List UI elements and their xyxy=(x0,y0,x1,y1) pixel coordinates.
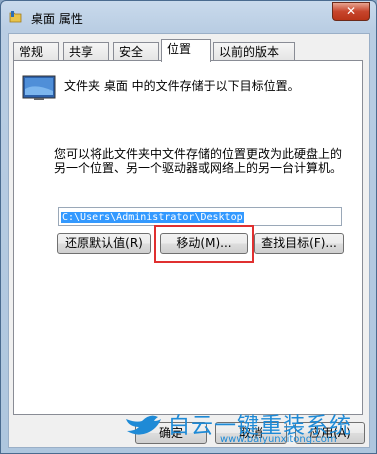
apply-button[interactable]: 应用(A) xyxy=(295,422,365,444)
tab-strip: 常规 共享 安全 位置 以前的版本 xyxy=(13,39,365,62)
move-button[interactable]: 移动(M)... xyxy=(160,233,248,254)
window-title: 桌面 属性 xyxy=(31,12,83,26)
tab-previous-versions[interactable]: 以前的版本 xyxy=(213,42,295,61)
find-target-button[interactable]: 查找目标(F)... xyxy=(254,233,344,254)
tab-sharing[interactable]: 共享 xyxy=(63,42,109,61)
title-bar[interactable]: 桌面 属性 ✕ xyxy=(1,1,376,33)
desktop-folder-icon xyxy=(22,75,56,100)
close-button[interactable]: ✕ xyxy=(332,2,370,21)
tab-security[interactable]: 安全 xyxy=(113,42,159,61)
properties-window: 桌面 属性 ✕ 常规 共享 安全 位置 以前的版本 文件夹 桌面 中的文件存储于… xyxy=(0,0,377,454)
path-value: C:\Users\Administrator\Desktop xyxy=(61,212,244,223)
tab-location[interactable]: 位置 xyxy=(161,39,211,62)
dialog-body: 常规 共享 安全 位置 以前的版本 文件夹 桌面 中的文件存储于以下目标位置。 … xyxy=(8,33,370,448)
path-field[interactable]: C:\Users\Administrator\Desktop xyxy=(58,207,342,226)
folder-icon xyxy=(9,11,22,23)
restore-default-button[interactable]: 还原默认值(R) xyxy=(57,233,151,254)
ok-button[interactable]: 确定 xyxy=(135,422,207,444)
location-tab-panel: 文件夹 桌面 中的文件存储于以下目标位置。 您可以将此文件夹中文件存储的位置更改… xyxy=(13,60,363,415)
location-info-text: 文件夹 桌面 中的文件存储于以下目标位置。 xyxy=(64,79,300,93)
cancel-button[interactable]: 取消 xyxy=(215,422,287,444)
tab-general[interactable]: 常规 xyxy=(13,42,59,61)
location-description: 您可以将此文件夹中文件存储的位置更改为此硬盘上的另一个位置、另一个驱动器或网络上… xyxy=(54,147,343,175)
